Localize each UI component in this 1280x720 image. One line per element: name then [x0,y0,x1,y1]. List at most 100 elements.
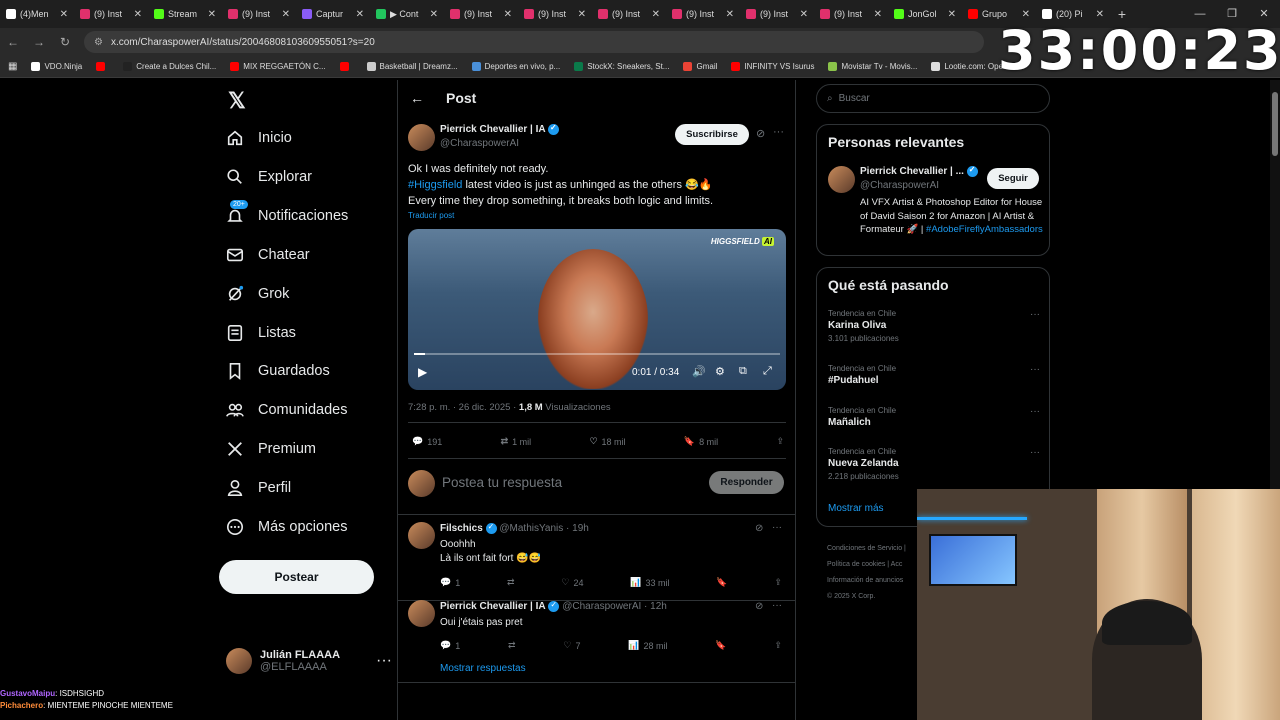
tab-close-icon[interactable]: ✕ [578,9,586,20]
tab-close-icon[interactable]: ✕ [1096,9,1104,20]
bookmark-item[interactable]: Basketball | Dreamz... [366,62,458,71]
page-scrollbar[interactable] [1270,80,1280,489]
bookmark-item[interactable]: Gmail [683,62,717,71]
apps-grid-icon[interactable]: ▦ [8,61,17,72]
reply-item[interactable]: Pierrick Chevallier | IA @CharaspowerAI … [408,600,788,670]
play-icon[interactable]: ▶ [418,365,427,379]
author-name[interactable]: Pierrick Chevallier | IA [440,124,545,135]
reply-author[interactable]: Filschics [440,523,483,534]
more-icon[interactable]: ··· [1030,447,1040,458]
more-icon[interactable]: ··· [1030,309,1040,320]
like-action[interactable]: ♡ 7 [563,640,580,651]
like-action[interactable]: ♡ 18 mil [589,436,625,447]
bookmark-icon[interactable]: 🔖 [715,640,726,651]
sidebar-item-notificaciones[interactable]: 20+ Notificaciones [226,199,348,231]
grok-icon[interactable]: ⊘ [755,601,763,612]
trend-item[interactable]: Tendencia en Chile Nueva Zelanda 2.218 pub… [828,447,1040,481]
tab-close-icon[interactable]: ✕ [356,9,364,20]
reply-author[interactable]: Pierrick Chevallier | IA [440,601,546,612]
sidebar-item-listas[interactable]: Listas [226,318,296,348]
reply-action[interactable]: 💬 191 [412,436,442,447]
browser-tab[interactable]: ▶ Cont ✕ [370,0,444,28]
site-info-icon[interactable]: ⚙ [94,37,103,48]
bookmark-icon[interactable]: 🔖 [716,577,727,588]
tab-close-icon[interactable]: ✕ [134,9,142,20]
video-progress-track[interactable] [414,353,780,355]
browser-tab[interactable]: (4)Men ✕ [0,0,74,28]
author-handle[interactable]: @CharaspowerAI [440,138,519,149]
bookmark-item[interactable] [96,62,109,71]
browser-tab[interactable]: (9) Inst ✕ [740,0,814,28]
sidebar-item-premium[interactable]: Premium [226,434,316,464]
sidebar-item-chatear[interactable]: Chatear [226,240,310,270]
repost-action[interactable]: ⇄ 1 mil [501,436,532,447]
cookies-link[interactable]: Política de cookies | Acc [827,557,906,573]
show-replies-link[interactable]: Mostrar respuestas [440,663,526,674]
more-icon[interactable]: ··· [1030,406,1040,417]
reply-input[interactable]: Postea tu respuesta [442,475,562,490]
tab-close-icon[interactable]: ✕ [1022,9,1030,20]
reply-avatar[interactable] [408,600,435,627]
account-switcher[interactable]: Julián FLAAAA @ELFLAAAA ··· [226,648,392,674]
reply-avatar[interactable] [408,522,435,549]
sidebar-item-inicio[interactable]: Inicio [226,123,292,153]
bookmark-item[interactable]: VDO.Ninja [31,62,82,71]
bookmark-action[interactable]: 🔖 8 mil [684,436,718,447]
fullscreen-icon[interactable]: ⤢ [763,365,772,378]
share-icon[interactable]: ⇪ [774,577,782,588]
more-icon[interactable]: ··· [772,522,782,533]
sidebar-item-mas-opciones[interactable]: Más opciones [226,512,347,542]
search-input[interactable]: ⌕ Buscar [816,84,1050,113]
browser-tab[interactable]: (9) Inst ✕ [592,0,666,28]
forward-icon[interactable]: → [26,35,52,49]
tab-close-icon[interactable]: ✕ [504,9,512,20]
tab-close-icon[interactable]: ✕ [208,9,216,20]
bio-hashtag[interactable]: #AdobeFireflyAmbassadors [926,224,1043,235]
tab-close-icon[interactable]: ✕ [800,9,808,20]
more-icon[interactable]: ··· [1030,364,1040,375]
more-icon[interactable]: ··· [772,600,782,611]
trend-item[interactable]: Tendencia en Chile Karina Oliva 3.101 publ… [828,309,1040,343]
reply-handle[interactable]: @CharaspowerAI · 12h [562,601,667,612]
sidebar-item-grok[interactable]: Grok [226,279,289,309]
browser-tab[interactable]: (9) Inst ✕ [666,0,740,28]
volume-icon[interactable]: 🔊 [692,365,706,378]
reload-icon[interactable]: ↻ [52,35,78,49]
reply-handle[interactable]: @MathisYanis · 19h [499,523,588,534]
share-icon[interactable]: ⇪ [776,436,784,447]
relevant-handle[interactable]: @CharaspowerAI [860,180,939,191]
tab-close-icon[interactable]: ✕ [726,9,734,20]
bookmark-item[interactable]: Movistar Tv - Movis... [828,62,917,71]
tab-close-icon[interactable]: ✕ [430,9,438,20]
browser-tab[interactable]: (9) Inst ✕ [444,0,518,28]
back-icon[interactable]: ← [0,35,26,49]
bookmark-item[interactable]: INFINITY VS Isurus [731,62,814,71]
sidebar-item-explorar[interactable]: Explorar [226,162,312,192]
share-icon[interactable]: ⇪ [774,640,782,651]
reply-button[interactable]: Responder [709,471,784,494]
url-field[interactable]: ⚙ x.com/CharaspowerAI/status/20046808103… [84,31,984,53]
bookmark-item[interactable]: StockX: Sneakers, St... [574,62,669,71]
translate-link[interactable]: Traducir post [408,209,788,223]
grok-icon[interactable]: ⊘ [756,127,765,140]
show-more-link[interactable]: Mostrar más [828,503,884,514]
bookmark-item[interactable]: Create a Dulces Chil... [123,62,216,71]
browser-tab[interactable]: (9) Inst ✕ [222,0,296,28]
views-action[interactable]: 📊 33 mil [630,577,669,588]
views-action[interactable]: 📊 28 mil [628,640,667,651]
grok-icon[interactable]: ⊘ [755,523,763,534]
more-icon[interactable]: ··· [773,126,784,138]
reply-action[interactable]: 💬 1 [440,640,460,651]
browser-tab[interactable]: (9) Inst ✕ [74,0,148,28]
relevant-name[interactable]: Pierrick Chevallier | ... [860,166,964,177]
repost-icon[interactable]: ⇄ [508,640,516,651]
author-avatar[interactable] [408,124,435,151]
bookmark-item[interactable]: MIX REGGAETÓN C... [230,62,326,71]
repost-icon[interactable]: ⇄ [507,577,515,588]
tab-close-icon[interactable]: ✕ [652,9,660,20]
like-action[interactable]: ♡ 24 [561,577,583,588]
sidebar-item-perfil[interactable]: Perfil [226,473,291,503]
trend-item[interactable]: Tendencia en Chile #Pudahuel ··· [828,364,1040,386]
reply-action[interactable]: 💬 1 [440,577,460,588]
ads-info-link[interactable]: Información de anuncios [827,573,906,589]
